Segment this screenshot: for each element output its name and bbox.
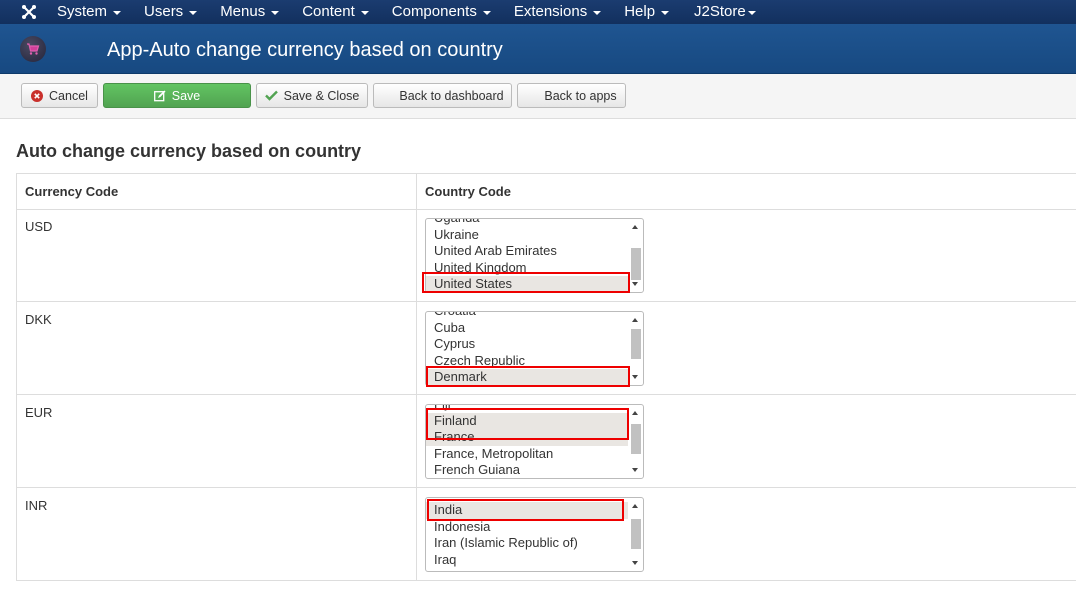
country-option[interactable]: Ukraine — [426, 227, 628, 244]
scroll-up-arrow-icon[interactable] — [632, 225, 638, 229]
scrollbar-thumb[interactable] — [631, 248, 641, 280]
scroll-up-arrow-icon[interactable] — [632, 411, 638, 415]
country-option-selected[interactable]: Finland — [426, 412, 628, 429]
scroll-up-arrow-icon[interactable] — [632, 318, 638, 322]
scrollbar-thumb[interactable] — [631, 519, 641, 549]
country-option[interactable]: Cyprus — [426, 336, 628, 353]
menu-system[interactable]: System — [45, 0, 132, 24]
listbox-scrollbar[interactable] — [629, 313, 642, 384]
menu-menus[interactable]: Menus — [208, 0, 290, 24]
back-to-apps-button[interactable]: Back to apps — [517, 83, 626, 108]
listbox-scrollbar[interactable] — [629, 406, 642, 477]
cancel-icon — [31, 89, 44, 102]
main-menu: System Users Menus Content Components Ex… — [45, 0, 680, 24]
country-option[interactable]: Czech Republic — [426, 353, 628, 370]
country-option[interactable]: Iran (Islamic Republic of) — [426, 535, 628, 552]
caret-down-icon — [747, 11, 756, 15]
country-option[interactable]: United Kingdom — [426, 260, 628, 277]
country-option-selected[interactable]: Denmark — [426, 369, 628, 385]
shopping-cart-icon — [20, 36, 46, 62]
row-divider — [17, 209, 1076, 210]
country-select-dkk[interactable]: Croatia Cuba Cyprus Czech Republic Denma… — [425, 311, 644, 386]
page-header: App-Auto change currency based on countr… — [0, 24, 1076, 74]
country-option[interactable]: United Arab Emirates — [426, 243, 628, 260]
country-option[interactable]: Indonesia — [426, 519, 628, 536]
country-option[interactable]: Croatia — [426, 312, 628, 320]
country-select-usd[interactable]: Uganda Ukraine United Arab Emirates Unit… — [425, 218, 644, 293]
scrollbar-thumb[interactable] — [631, 329, 641, 359]
country-select-eur[interactable]: Fiji Finland France France, Metropolitan… — [425, 404, 644, 479]
scroll-down-arrow-icon[interactable] — [632, 375, 638, 379]
column-header-country: Country Code — [425, 184, 511, 199]
country-option[interactable]: France, Metropolitan — [426, 446, 628, 463]
save-label: Save — [171, 88, 201, 103]
back-to-dashboard-label: Back to dashboard — [399, 88, 504, 103]
menu-help[interactable]: Help — [612, 0, 680, 24]
country-option[interactable]: French Guiana — [426, 462, 628, 478]
currency-code: INR — [25, 498, 48, 513]
menu-j2store[interactable]: J2Store — [682, 0, 767, 24]
toolbar: Cancel Save Save & Close Back to dashboa… — [0, 74, 1076, 119]
menu-components[interactable]: Components — [380, 0, 502, 24]
back-to-dashboard-button[interactable]: Back to dashboard — [373, 83, 512, 108]
checkmark-icon — [264, 90, 278, 101]
section-title: Auto change currency based on country — [16, 141, 362, 161]
country-option[interactable]: Cuba — [426, 320, 628, 337]
scroll-down-arrow-icon[interactable] — [632, 468, 638, 472]
top-navbar: System Users Menus Content Components Ex… — [0, 0, 1076, 24]
scroll-up-arrow-icon[interactable] — [632, 504, 638, 508]
caret-down-icon — [482, 11, 491, 15]
caret-down-icon — [113, 11, 122, 15]
caret-down-icon — [189, 11, 198, 15]
cancel-button[interactable]: Cancel — [21, 83, 98, 108]
save-close-label: Save & Close — [283, 88, 360, 103]
column-divider — [416, 174, 417, 580]
back-to-apps-label: Back to apps — [544, 88, 617, 103]
caret-down-icon — [593, 11, 602, 15]
currency-code: EUR — [25, 405, 53, 420]
currency-code: DKK — [25, 312, 52, 327]
listbox-scrollbar[interactable] — [629, 220, 642, 291]
caret-down-icon — [271, 11, 280, 15]
caret-down-icon — [661, 11, 670, 15]
edit-icon — [153, 90, 166, 102]
cancel-label: Cancel — [49, 88, 88, 103]
scroll-down-arrow-icon[interactable] — [632, 561, 638, 565]
menu-content[interactable]: Content — [290, 0, 380, 24]
country-option[interactable]: Iraq — [426, 552, 628, 569]
caret-down-icon — [360, 11, 369, 15]
menu-extensions[interactable]: Extensions — [502, 0, 612, 24]
row-divider — [17, 487, 1076, 488]
scrollbar-thumb[interactable] — [631, 424, 641, 454]
row-divider — [17, 394, 1076, 395]
listbox-scrollbar[interactable] — [629, 499, 642, 570]
save-close-button[interactable]: Save & Close — [256, 83, 368, 108]
country-option[interactable]: Uganda — [426, 219, 628, 227]
scroll-down-arrow-icon[interactable] — [632, 282, 638, 286]
row-divider — [17, 301, 1076, 302]
save-button[interactable]: Save — [103, 83, 251, 108]
joomla-logo-icon[interactable] — [20, 3, 38, 21]
currency-country-table: Currency Code Country Code USD Uganda Uk… — [16, 173, 1076, 581]
currency-code: USD — [25, 219, 53, 234]
country-select-inr[interactable]: India Indonesia Iran (Islamic Republic o… — [425, 497, 644, 572]
country-option[interactable]: Fiji — [426, 405, 628, 413]
page-title: App-Auto change currency based on countr… — [107, 39, 503, 61]
country-option-selected[interactable]: India — [426, 502, 628, 519]
menu-users[interactable]: Users — [132, 0, 208, 24]
column-header-currency: Currency Code — [25, 184, 119, 199]
country-option-selected[interactable]: France — [426, 429, 628, 446]
country-option-selected[interactable]: United States — [426, 276, 628, 292]
